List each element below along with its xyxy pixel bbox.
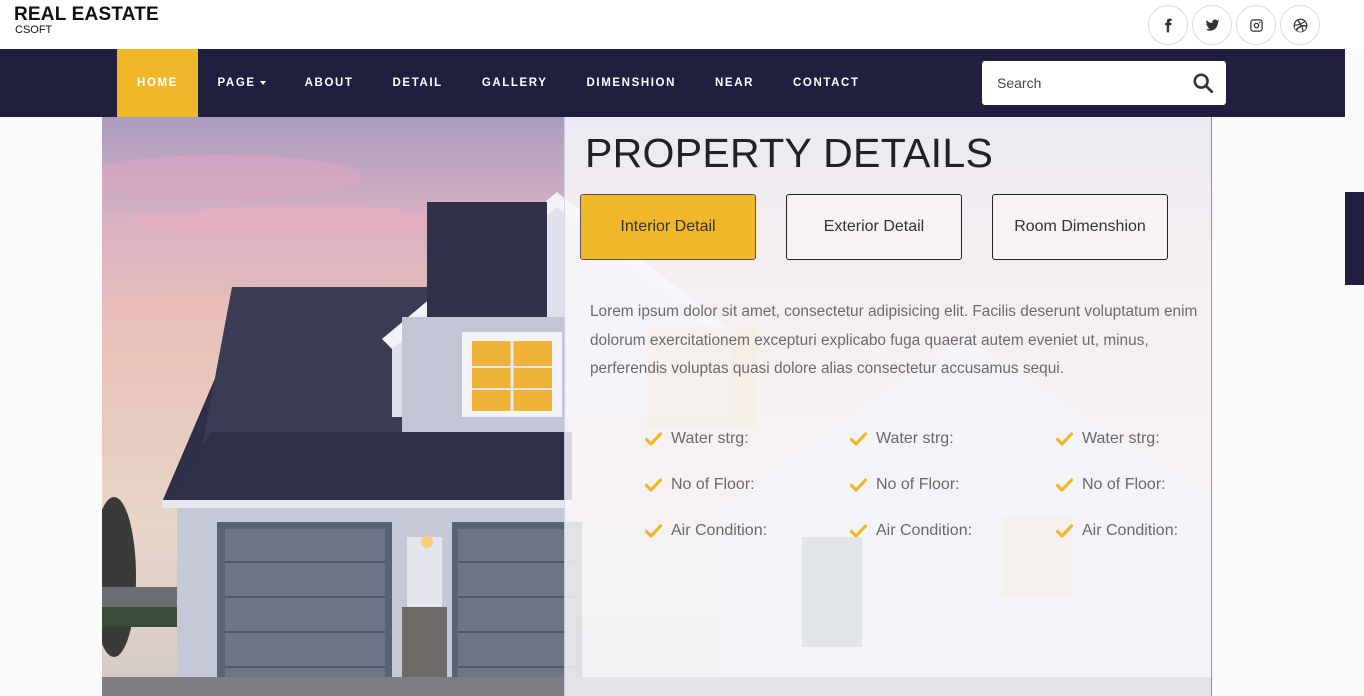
check-icon (1056, 432, 1073, 446)
side-scroll-tab[interactable] (1345, 192, 1364, 285)
feature-label: No of Floor: (671, 476, 755, 493)
twitter-link[interactable] (1192, 5, 1232, 45)
section-title: PROPERTY DETAILS (585, 130, 994, 176)
feature-item: Water strg: (850, 430, 954, 448)
social-links (1148, 5, 1320, 45)
nav-item-label: DIMENSHION (586, 77, 677, 89)
feature-item: Air Condition: (850, 522, 972, 540)
nav-item-label: ABOUT (304, 77, 354, 89)
brand-subtitle: CSOFT (15, 24, 53, 36)
feature-item: Air Condition: (1056, 522, 1178, 540)
top-header: REAL EASTATE CSOFT (0, 0, 1364, 49)
property-details-panel: PROPERTY DETAILS Interior Detail Exterio… (564, 117, 1212, 696)
nav-item-label: DETAIL (392, 77, 443, 89)
search-input[interactable] (997, 75, 1177, 91)
feature-label: Air Condition: (671, 522, 768, 539)
main-navbar: HOME PAGE ABOUT DETAIL GALLERY DIMENSHIO… (0, 49, 1345, 117)
nav-item-detail[interactable]: DETAIL (373, 49, 462, 117)
property-description: Lorem ipsum dolor sit amet, consectetur … (590, 303, 1198, 377)
interior-detail-button[interactable]: Interior Detail (580, 194, 756, 260)
caret-down-icon (259, 81, 266, 85)
feature-item: No of Floor: (645, 476, 755, 494)
check-icon (645, 478, 662, 492)
check-icon (850, 524, 867, 538)
nav-item-label: PAGE (217, 77, 256, 89)
nav-item-label: HOME (137, 77, 178, 89)
nav-item-contact[interactable]: CONTACT (774, 49, 880, 117)
feature-item: Air Condition: (645, 522, 767, 540)
exterior-detail-button[interactable]: Exterior Detail (786, 194, 962, 260)
feature-label: No of Floor: (876, 476, 960, 493)
nav-item-label: NEAR (715, 77, 755, 89)
twitter-icon (1205, 19, 1219, 31)
feature-label: No of Floor: (1082, 476, 1166, 493)
nav-menu: HOME PAGE ABOUT DETAIL GALLERY DIMENSHIO… (117, 49, 879, 117)
feature-label: Air Condition: (876, 522, 973, 539)
check-icon (645, 432, 662, 446)
search-icon[interactable] (1192, 72, 1214, 94)
feature-item: No of Floor: (850, 476, 960, 494)
nav-item-about[interactable]: ABOUT (285, 49, 373, 117)
instagram-link[interactable] (1236, 5, 1276, 45)
brand-name: REAL EASTATE (14, 4, 159, 25)
nav-item-label: GALLERY (481, 77, 548, 89)
dribbble-icon (1293, 18, 1307, 32)
feature-item: No of Floor: (1056, 476, 1166, 494)
nav-item-home[interactable]: HOME (117, 49, 198, 117)
nav-item-page[interactable]: PAGE (198, 49, 285, 117)
nav-item-dimenshion[interactable]: DIMENSHION (567, 49, 695, 117)
dribbble-link[interactable] (1280, 5, 1320, 45)
nav-item-near[interactable]: NEAR (696, 49, 774, 117)
hero-section: PROPERTY DETAILS Interior Detail Exterio… (102, 117, 1212, 696)
nav-item-label: CONTACT (793, 77, 860, 89)
feature-label: Water strg: (671, 430, 749, 447)
check-icon (1056, 524, 1073, 538)
check-icon (850, 478, 867, 492)
feature-label: Water strg: (1082, 430, 1160, 447)
search-box (982, 61, 1226, 105)
instagram-icon (1249, 18, 1263, 32)
brand-logo[interactable]: REAL EASTATE CSOFT (14, 5, 159, 36)
feature-item: Water strg: (1056, 430, 1160, 448)
nav-item-gallery[interactable]: GALLERY (462, 49, 567, 117)
check-icon (645, 524, 662, 538)
room-dimenshion-button[interactable]: Room Dimenshion (992, 194, 1168, 260)
check-icon (1056, 478, 1073, 492)
feature-label: Water strg: (876, 430, 954, 447)
feature-label: Air Condition: (1082, 522, 1179, 539)
feature-item: Water strg: (645, 430, 749, 448)
facebook-link[interactable] (1148, 5, 1188, 45)
check-icon (850, 432, 867, 446)
facebook-icon (1164, 18, 1172, 32)
